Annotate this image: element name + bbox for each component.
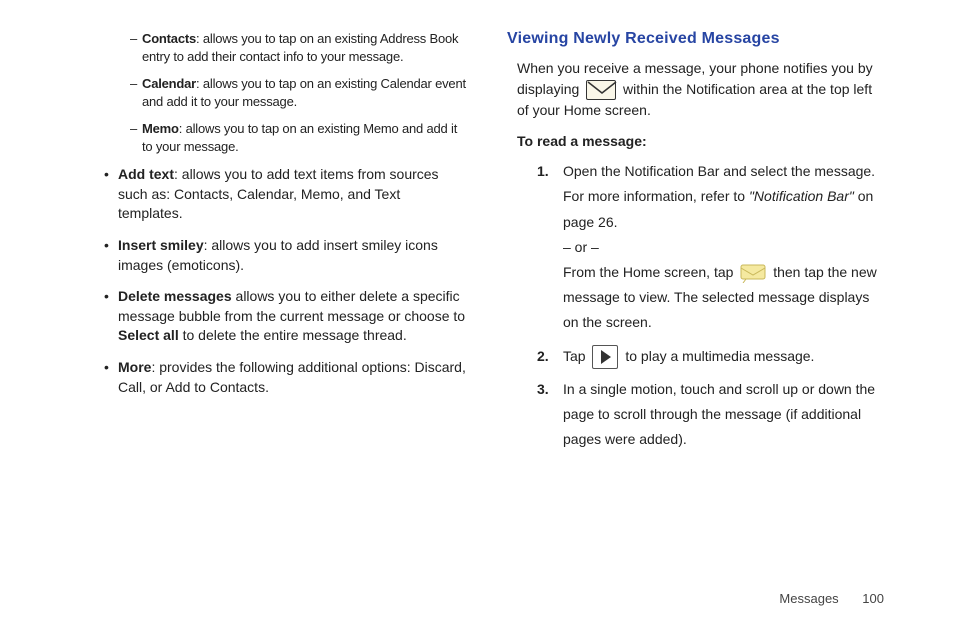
step-number: 2. xyxy=(537,344,549,369)
step-2-text-b: to play a multimedia message. xyxy=(625,348,814,364)
sub-item-text: : allows you to tap on an existing Memo … xyxy=(142,121,457,154)
step-1-or: – or – xyxy=(563,239,599,255)
intro-paragraph: When you receive a message, your phone n… xyxy=(517,58,884,121)
bullet-label: Insert smiley xyxy=(118,237,204,253)
step-number: 3. xyxy=(537,377,549,402)
step-number: 1. xyxy=(537,159,549,184)
sub-item-label: Memo xyxy=(142,121,179,136)
left-column: Contacts : allows you to tap on an existi… xyxy=(90,30,467,460)
step-1-ref: "Notification Bar" xyxy=(749,188,854,204)
read-message-label: To read a message: xyxy=(517,133,884,149)
right-column: Viewing Newly Received Messages When you… xyxy=(507,30,884,460)
sub-item-contacts: Contacts: allows you to tap on an existi… xyxy=(130,30,467,65)
bullet-add-text: Add text: allows you to add text items f… xyxy=(104,165,467,224)
envelope-icon xyxy=(586,80,616,100)
sub-item-label: Contacts xyxy=(142,31,196,46)
bullet-more: More: provides the following additional … xyxy=(104,358,467,397)
sub-item-label: Calendar xyxy=(142,76,196,91)
step-1-text-c: From the Home screen, tap xyxy=(563,264,737,280)
step-2-text-a: Tap xyxy=(563,348,589,364)
bullet-inline-bold: Select all xyxy=(118,327,179,343)
step-2: 2. Tap to play a multimedia message. xyxy=(537,344,884,369)
sub-item-calendar: Calendar: allows you to tap on an existi… xyxy=(130,75,467,110)
bullet-delete-messages: Delete messages allows you to either del… xyxy=(104,287,467,346)
play-icon xyxy=(592,345,618,369)
sub-item-memo: Memo: allows you to tap on an existing M… xyxy=(130,120,467,155)
footer-page-number: 100 xyxy=(862,591,884,606)
bullet-label: Delete messages xyxy=(118,288,232,304)
bullet-text: : provides the following additional opti… xyxy=(118,359,466,395)
bullet-insert-smiley: Insert smiley: allows you to add insert … xyxy=(104,236,467,275)
page-footer: Messages 100 xyxy=(779,591,884,606)
step-1: 1. Open the Notification Bar and select … xyxy=(537,159,884,335)
bullet-label: Add text xyxy=(118,166,174,182)
bullet-label: More xyxy=(118,359,151,375)
footer-section: Messages xyxy=(779,591,838,606)
message-icon xyxy=(740,263,766,283)
section-heading: Viewing Newly Received Messages xyxy=(507,30,884,48)
step-3: 3. In a single motion, touch and scroll … xyxy=(537,377,884,453)
two-column-layout: Contacts : allows you to tap on an existi… xyxy=(90,30,884,460)
step-3-text: In a single motion, touch and scroll up … xyxy=(563,381,875,447)
bullet-text-after: to delete the entire message thread. xyxy=(179,327,407,343)
